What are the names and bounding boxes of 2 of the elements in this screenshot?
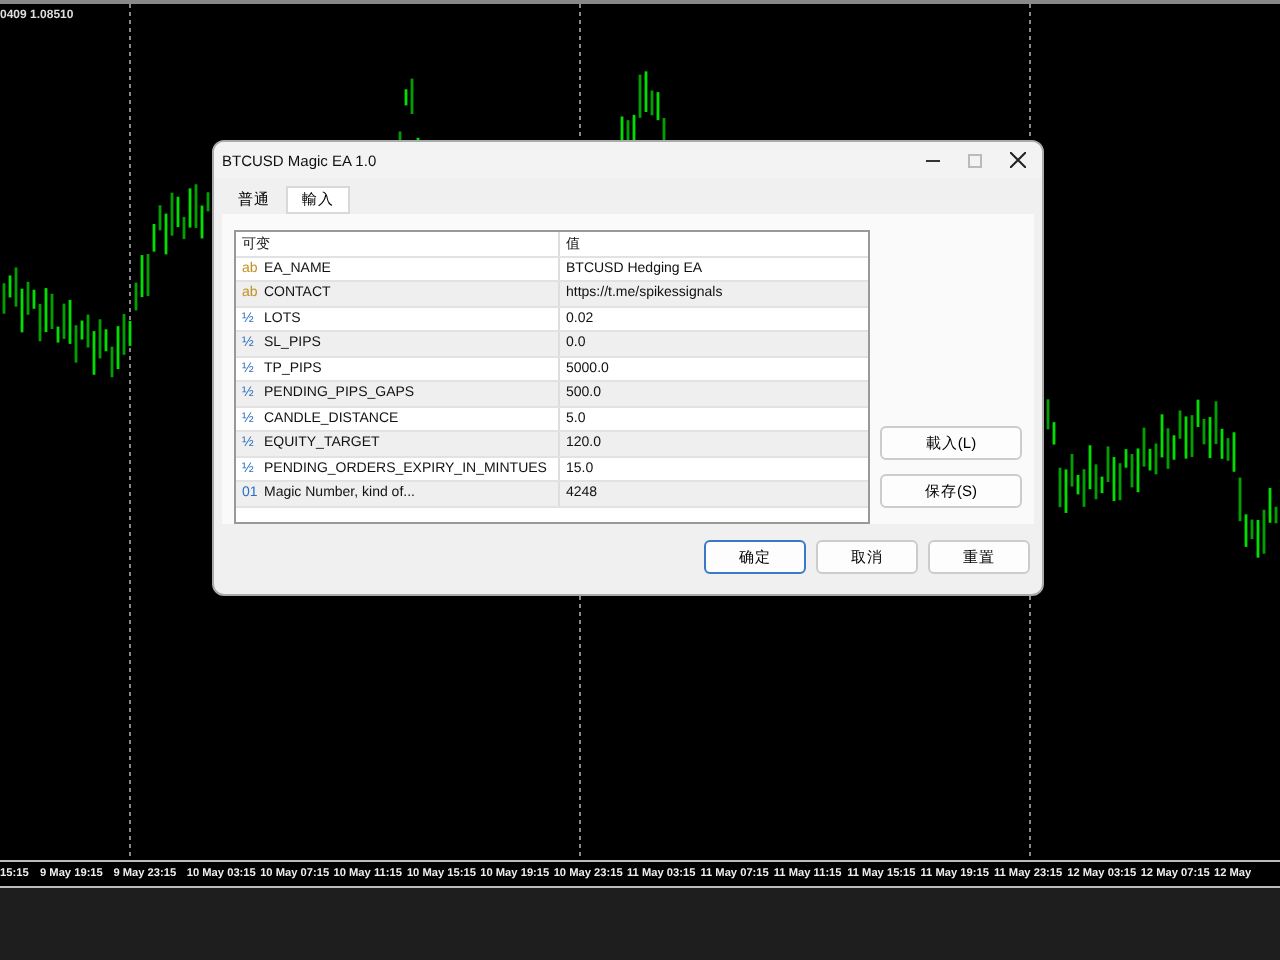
close-icon[interactable] (1010, 152, 1026, 168)
minimize-icon[interactable] (926, 159, 940, 161)
